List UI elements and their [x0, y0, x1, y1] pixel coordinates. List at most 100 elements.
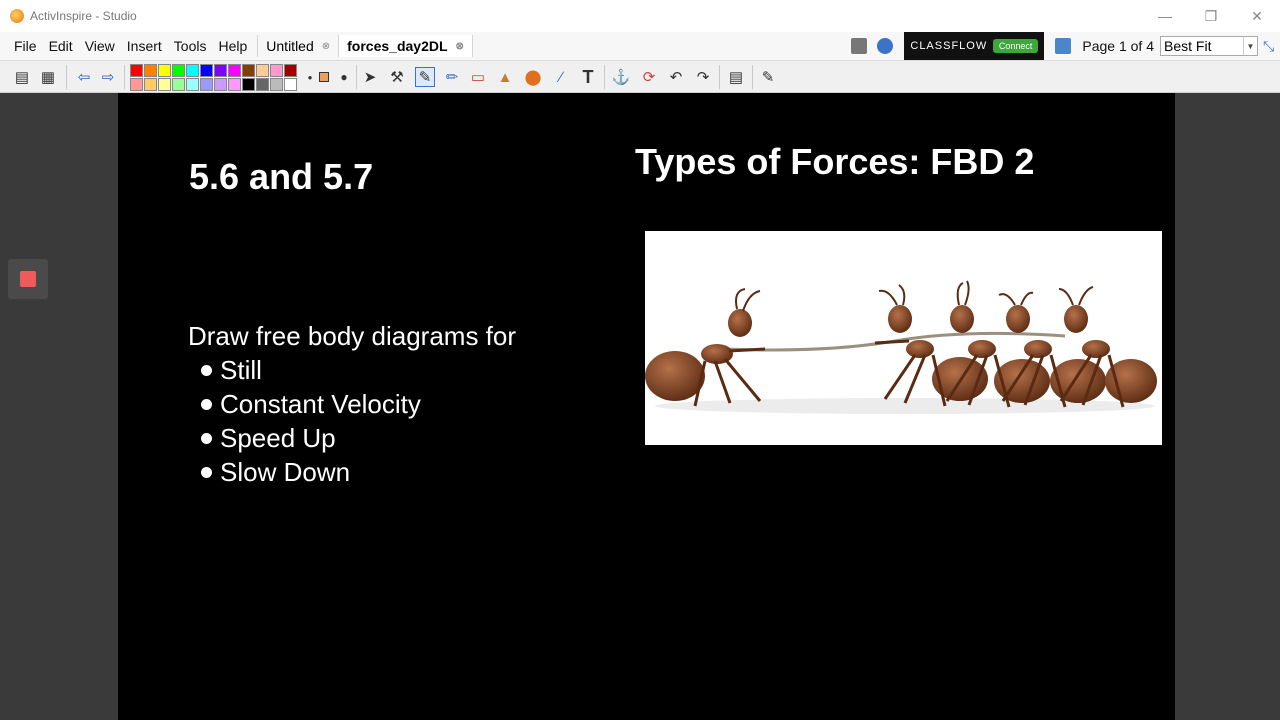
- color-swatch[interactable]: [130, 78, 143, 91]
- close-icon[interactable]: ✕: [1234, 0, 1280, 32]
- stop-recording-button[interactable]: [8, 259, 48, 299]
- bullet-text: Slow Down: [220, 457, 351, 487]
- zoom-select[interactable]: Best Fit ▼: [1160, 36, 1258, 56]
- classflow-connect-button[interactable]: Connect: [992, 39, 1039, 53]
- select-icon[interactable]: ➤: [360, 67, 380, 87]
- window-title: ActivInspire - Studio: [30, 9, 137, 23]
- tools-icon[interactable]: ⚒: [387, 67, 407, 87]
- menu-bar: File Edit View Insert Tools Help Untitle…: [0, 32, 1280, 61]
- undo-icon[interactable]: ↶: [666, 67, 686, 87]
- stop-icon: [20, 271, 36, 287]
- classflow-panel: CLASSFLOW Connect: [904, 32, 1045, 60]
- pen-width-large-icon[interactable]: ●: [334, 67, 354, 87]
- color-swatch[interactable]: [256, 78, 269, 91]
- divider: [604, 65, 605, 89]
- shape-icon[interactable]: ⬤: [523, 67, 543, 87]
- clear-icon[interactable]: ⚓: [611, 67, 631, 87]
- color-swatch[interactable]: [200, 78, 213, 91]
- page-browser-icon[interactable]: [1055, 38, 1072, 54]
- title-bar: ActivInspire - Studio — ❐ ✕: [0, 0, 1280, 32]
- eraser-icon[interactable]: ▭: [468, 67, 488, 87]
- tab-untitled[interactable]: Untitled ⊗: [257, 35, 338, 57]
- menu-insert[interactable]: Insert: [121, 38, 168, 54]
- expand-icon[interactable]: ⤡: [1263, 38, 1275, 54]
- fill-icon[interactable]: ▲: [495, 67, 515, 87]
- close-tab-icon[interactable]: ⊗: [456, 41, 464, 52]
- highlighter-icon[interactable]: ✏: [442, 67, 462, 87]
- section-number: 5.6 and 5.7: [189, 156, 374, 197]
- next-page-icon[interactable]: ⇨: [98, 67, 118, 87]
- divider: [752, 65, 753, 89]
- color-swatch[interactable]: [242, 78, 255, 91]
- color-swatch[interactable]: [284, 78, 297, 91]
- color-swatch[interactable]: [214, 78, 227, 91]
- page-title: Types of Forces: FBD 2: [635, 141, 1035, 182]
- color-swatch[interactable]: [172, 64, 185, 77]
- list-item: Constant Velocity: [201, 387, 421, 421]
- main-menu-icon[interactable]: ▤: [12, 67, 32, 87]
- bullet-icon: [201, 432, 212, 444]
- desktop-annotate-icon[interactable]: ✎: [758, 67, 778, 87]
- color-swatch[interactable]: [284, 64, 297, 77]
- restore-icon[interactable]: ❐: [1188, 0, 1234, 32]
- instruction-text: Draw free body diagrams for: [188, 321, 517, 351]
- browsers-icon[interactable]: ▦: [38, 67, 58, 87]
- previous-page-icon[interactable]: ⇦: [74, 67, 94, 87]
- activinspire-icon: [10, 9, 24, 23]
- zoom-value: Best Fit: [1164, 38, 1212, 54]
- color-swatch[interactable]: [186, 64, 199, 77]
- classflow-logo: CLASSFLOW: [910, 40, 988, 52]
- calculator-icon[interactable]: [851, 38, 868, 54]
- color-swatch[interactable]: [186, 78, 199, 91]
- reset-icon[interactable]: ⟳: [639, 67, 659, 87]
- bullet-list: Still Constant Velocity Speed Up Slow Do…: [201, 353, 421, 489]
- color-swatch[interactable]: [228, 64, 241, 77]
- bullet-text: Still: [220, 355, 262, 385]
- color-swatch[interactable]: [242, 64, 255, 77]
- menu-edit[interactable]: Edit: [43, 38, 79, 54]
- ants-tug-of-war-picture[interactable]: [645, 231, 1162, 445]
- flipchart-page[interactable]: 5.6 and 5.7 Types of Forces: FBD 2 Draw …: [118, 93, 1175, 720]
- color-swatch[interactable]: [144, 78, 157, 91]
- tab-label: forces_day2DL: [347, 38, 448, 54]
- color-swatch[interactable]: [158, 78, 171, 91]
- page-indicator: Page 1 of 4: [1082, 38, 1154, 54]
- redo-icon[interactable]: ↷: [693, 67, 713, 87]
- ants-illustration: [645, 280, 1157, 414]
- color-swatch[interactable]: [228, 78, 241, 91]
- pen-icon[interactable]: ✎: [415, 67, 435, 87]
- page-notes-icon[interactable]: ▤: [726, 67, 746, 87]
- menu-tools[interactable]: Tools: [168, 38, 213, 54]
- connector-icon[interactable]: ∕: [551, 67, 571, 87]
- text-icon[interactable]: T: [578, 67, 598, 87]
- color-swatch[interactable]: [256, 64, 269, 77]
- color-swatch[interactable]: [172, 78, 185, 91]
- tab-label: Untitled: [266, 38, 314, 54]
- color-swatch[interactable]: [130, 64, 143, 77]
- bullet-icon: [201, 466, 212, 478]
- divider: [719, 65, 720, 89]
- menu-file[interactable]: File: [8, 38, 43, 54]
- color-swatch[interactable]: [270, 78, 283, 91]
- left-pane: [0, 93, 118, 720]
- bullet-icon: [201, 398, 212, 410]
- list-item: Slow Down: [201, 455, 421, 489]
- minimize-icon[interactable]: —: [1142, 0, 1188, 32]
- list-item: Speed Up: [201, 421, 421, 455]
- tab-forces-day2dl[interactable]: forces_day2DL ⊗: [338, 35, 473, 57]
- color-swatch[interactable]: [200, 64, 213, 77]
- color-swatch[interactable]: [158, 64, 171, 77]
- color-palette: [130, 64, 298, 91]
- list-item: Still: [201, 353, 421, 387]
- color-swatch[interactable]: [270, 64, 283, 77]
- bullet-icon: [201, 364, 212, 376]
- menu-help[interactable]: Help: [212, 38, 253, 54]
- accessibility-icon[interactable]: [877, 38, 894, 54]
- color-swatch[interactable]: [144, 64, 157, 77]
- chevron-down-icon[interactable]: ▼: [1243, 37, 1257, 55]
- pen-width-medium-icon[interactable]: [314, 67, 334, 87]
- close-tab-icon[interactable]: ⊗: [322, 41, 330, 52]
- menu-view[interactable]: View: [79, 38, 121, 54]
- right-pane: [1175, 93, 1280, 720]
- color-swatch[interactable]: [214, 64, 227, 77]
